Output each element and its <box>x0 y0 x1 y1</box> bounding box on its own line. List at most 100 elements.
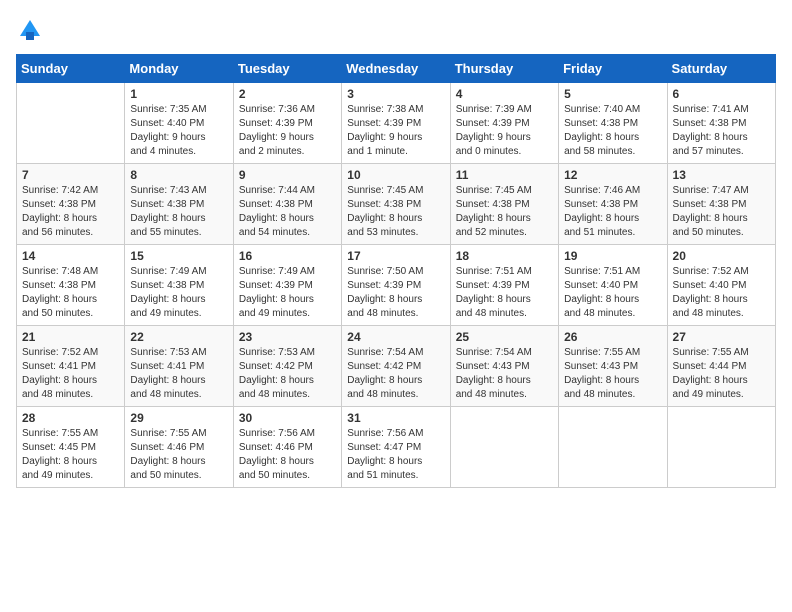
day-number: 20 <box>673 249 770 263</box>
calendar-cell: 3 Sunrise: 7:38 AM Sunset: 4:39 PM Daylig… <box>342 83 450 164</box>
day-info: Sunrise: 7:55 AM Sunset: 4:45 PM Dayligh… <box>22 427 119 483</box>
day-number: 22 <box>130 330 227 344</box>
day-number: 31 <box>347 411 444 425</box>
day-number: 7 <box>22 168 119 182</box>
calendar-cell: 2 Sunrise: 7:36 AM Sunset: 4:39 PM Daylig… <box>233 83 341 164</box>
day-info: Sunrise: 7:46 AM Sunset: 4:38 PM Dayligh… <box>564 184 661 240</box>
day-info: Sunrise: 7:35 AM Sunset: 4:40 PM Dayligh… <box>130 103 227 159</box>
weekday-header: Thursday <box>450 55 558 83</box>
calendar-cell: 15 Sunrise: 7:49 AM Sunset: 4:38 PM Dayli… <box>125 245 233 326</box>
calendar-cell: 26Sunrise: 7:55 AM Sunset: 4:43 PM Dayli… <box>559 326 667 407</box>
day-info: Sunrise: 7:38 AM Sunset: 4:39 PM Dayligh… <box>347 103 444 159</box>
day-info: Sunrise: 7:52 AM Sunset: 4:41 PM Dayligh… <box>22 346 119 402</box>
calendar-week-row: 28Sunrise: 7:55 AM Sunset: 4:45 PM Dayli… <box>17 407 776 488</box>
calendar-table: SundayMondayTuesdayWednesdayThursdayFrid… <box>16 54 776 488</box>
day-info: Sunrise: 7:56 AM Sunset: 4:46 PM Dayligh… <box>239 427 336 483</box>
day-number: 13 <box>673 168 770 182</box>
day-info: Sunrise: 7:48 AM Sunset: 4:38 PM Dayligh… <box>22 265 119 321</box>
weekday-header: Wednesday <box>342 55 450 83</box>
day-info: Sunrise: 7:56 AM Sunset: 4:47 PM Dayligh… <box>347 427 444 483</box>
calendar-cell: 23Sunrise: 7:53 AM Sunset: 4:42 PM Dayli… <box>233 326 341 407</box>
day-number: 1 <box>130 87 227 101</box>
day-number: 15 <box>130 249 227 263</box>
calendar-cell <box>17 83 125 164</box>
day-number: 11 <box>456 168 553 182</box>
day-info: Sunrise: 7:55 AM Sunset: 4:44 PM Dayligh… <box>673 346 770 402</box>
day-info: Sunrise: 7:49 AM Sunset: 4:38 PM Dayligh… <box>130 265 227 321</box>
calendar-header-row: SundayMondayTuesdayWednesdayThursdayFrid… <box>17 55 776 83</box>
day-number: 9 <box>239 168 336 182</box>
calendar-cell: 24 Sunrise: 7:54 AM Sunset: 4:42 PM Dayli… <box>342 326 450 407</box>
calendar-cell: 30 Sunrise: 7:56 AM Sunset: 4:46 PM Dayli… <box>233 407 341 488</box>
weekday-header: Tuesday <box>233 55 341 83</box>
calendar-cell: 6Sunrise: 7:41 AM Sunset: 4:38 PM Daylig… <box>667 83 775 164</box>
day-number: 12 <box>564 168 661 182</box>
calendar-cell: 31 Sunrise: 7:56 AM Sunset: 4:47 PM Dayli… <box>342 407 450 488</box>
day-number: 18 <box>456 249 553 263</box>
weekday-header: Saturday <box>667 55 775 83</box>
day-info: Sunrise: 7:45 AM Sunset: 4:38 PM Dayligh… <box>456 184 553 240</box>
calendar-cell: 14 Sunrise: 7:48 AM Sunset: 4:38 PM Dayli… <box>17 245 125 326</box>
day-info: Sunrise: 7:42 AM Sunset: 4:38 PM Dayligh… <box>22 184 119 240</box>
calendar-cell: 13Sunrise: 7:47 AM Sunset: 4:38 PM Dayli… <box>667 164 775 245</box>
calendar-cell: 29Sunrise: 7:55 AM Sunset: 4:46 PM Dayli… <box>125 407 233 488</box>
day-info: Sunrise: 7:51 AM Sunset: 4:39 PM Dayligh… <box>456 265 553 321</box>
calendar-cell: 25 Sunrise: 7:54 AM Sunset: 4:43 PM Dayli… <box>450 326 558 407</box>
day-number: 30 <box>239 411 336 425</box>
day-number: 3 <box>347 87 444 101</box>
day-number: 8 <box>130 168 227 182</box>
logo-icon <box>16 16 44 44</box>
day-info: Sunrise: 7:53 AM Sunset: 4:42 PM Dayligh… <box>239 346 336 402</box>
day-number: 24 <box>347 330 444 344</box>
calendar-week-row: 7 Sunrise: 7:42 AM Sunset: 4:38 PM Daylig… <box>17 164 776 245</box>
calendar-week-row: 14 Sunrise: 7:48 AM Sunset: 4:38 PM Dayli… <box>17 245 776 326</box>
calendar-cell: 7 Sunrise: 7:42 AM Sunset: 4:38 PM Daylig… <box>17 164 125 245</box>
calendar-cell: 9 Sunrise: 7:44 AM Sunset: 4:38 PM Daylig… <box>233 164 341 245</box>
calendar-cell: 22 Sunrise: 7:53 AM Sunset: 4:41 PM Dayli… <box>125 326 233 407</box>
day-info: Sunrise: 7:51 AM Sunset: 4:40 PM Dayligh… <box>564 265 661 321</box>
day-info: Sunrise: 7:39 AM Sunset: 4:39 PM Dayligh… <box>456 103 553 159</box>
day-number: 10 <box>347 168 444 182</box>
calendar-cell: 18 Sunrise: 7:51 AM Sunset: 4:39 PM Dayli… <box>450 245 558 326</box>
calendar-cell: 10 Sunrise: 7:45 AM Sunset: 4:38 PM Dayli… <box>342 164 450 245</box>
calendar-week-row: 21 Sunrise: 7:52 AM Sunset: 4:41 PM Dayli… <box>17 326 776 407</box>
page-header <box>16 16 776 44</box>
day-info: Sunrise: 7:49 AM Sunset: 4:39 PM Dayligh… <box>239 265 336 321</box>
calendar-cell: 1 Sunrise: 7:35 AM Sunset: 4:40 PM Daylig… <box>125 83 233 164</box>
day-number: 19 <box>564 249 661 263</box>
weekday-header: Monday <box>125 55 233 83</box>
day-info: Sunrise: 7:36 AM Sunset: 4:39 PM Dayligh… <box>239 103 336 159</box>
calendar-cell: 17 Sunrise: 7:50 AM Sunset: 4:39 PM Dayli… <box>342 245 450 326</box>
day-info: Sunrise: 7:54 AM Sunset: 4:42 PM Dayligh… <box>347 346 444 402</box>
logo <box>16 16 48 44</box>
day-number: 21 <box>22 330 119 344</box>
day-number: 5 <box>564 87 661 101</box>
calendar-cell: 28Sunrise: 7:55 AM Sunset: 4:45 PM Dayli… <box>17 407 125 488</box>
day-info: Sunrise: 7:52 AM Sunset: 4:40 PM Dayligh… <box>673 265 770 321</box>
day-info: Sunrise: 7:50 AM Sunset: 4:39 PM Dayligh… <box>347 265 444 321</box>
day-number: 17 <box>347 249 444 263</box>
day-number: 26 <box>564 330 661 344</box>
calendar-cell: 8 Sunrise: 7:43 AM Sunset: 4:38 PM Daylig… <box>125 164 233 245</box>
weekday-header: Sunday <box>17 55 125 83</box>
calendar-cell: 4Sunrise: 7:39 AM Sunset: 4:39 PM Daylig… <box>450 83 558 164</box>
day-info: Sunrise: 7:43 AM Sunset: 4:38 PM Dayligh… <box>130 184 227 240</box>
day-info: Sunrise: 7:54 AM Sunset: 4:43 PM Dayligh… <box>456 346 553 402</box>
day-info: Sunrise: 7:53 AM Sunset: 4:41 PM Dayligh… <box>130 346 227 402</box>
calendar-cell: 5 Sunrise: 7:40 AM Sunset: 4:38 PM Daylig… <box>559 83 667 164</box>
day-info: Sunrise: 7:40 AM Sunset: 4:38 PM Dayligh… <box>564 103 661 159</box>
day-number: 6 <box>673 87 770 101</box>
day-info: Sunrise: 7:45 AM Sunset: 4:38 PM Dayligh… <box>347 184 444 240</box>
calendar-cell: 20 Sunrise: 7:52 AM Sunset: 4:40 PM Dayli… <box>667 245 775 326</box>
calendar-cell: 19 Sunrise: 7:51 AM Sunset: 4:40 PM Dayli… <box>559 245 667 326</box>
day-number: 2 <box>239 87 336 101</box>
calendar-cell <box>559 407 667 488</box>
day-number: 14 <box>22 249 119 263</box>
weekday-header: Friday <box>559 55 667 83</box>
calendar-cell <box>667 407 775 488</box>
day-number: 16 <box>239 249 336 263</box>
day-number: 25 <box>456 330 553 344</box>
calendar-cell: 12 Sunrise: 7:46 AM Sunset: 4:38 PM Dayli… <box>559 164 667 245</box>
day-number: 27 <box>673 330 770 344</box>
day-info: Sunrise: 7:44 AM Sunset: 4:38 PM Dayligh… <box>239 184 336 240</box>
